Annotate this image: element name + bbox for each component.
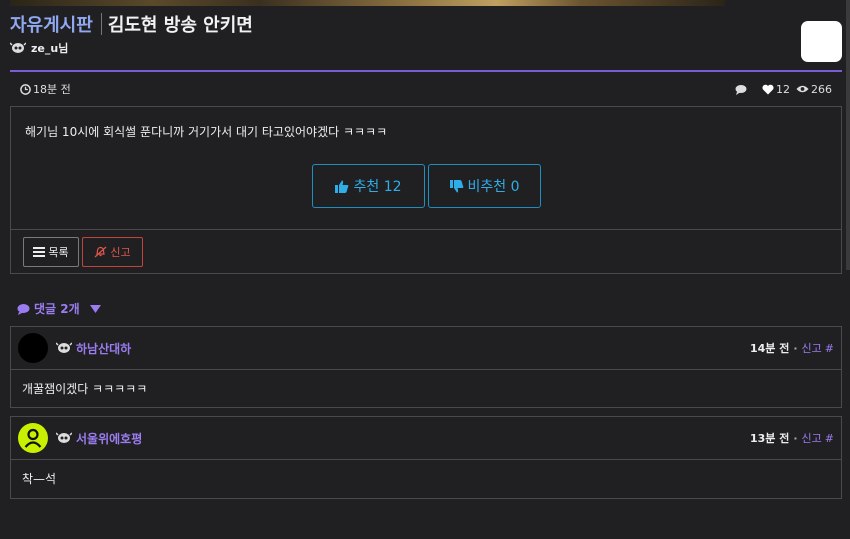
- upvote-button[interactable]: 추천 12: [312, 164, 425, 208]
- heart-icon: [762, 84, 774, 94]
- comment-icon: [735, 84, 747, 95]
- post-content-box: 해기님 10시에 회식썰 푼다니까 거기가서 대기 타고있어야겠다 ㅋㅋㅋㅋ 추…: [10, 106, 842, 274]
- comment-item: 서울위에호평 13분 전 · 신고 # 착—석: [10, 416, 842, 499]
- header-action-button[interactable]: [801, 21, 842, 62]
- comment-report-link[interactable]: 신고: [802, 340, 822, 356]
- scrollbar[interactable]: [846, 0, 850, 270]
- post-title: 김도현 방송 안키면: [107, 15, 253, 36]
- post-header: 자유게시판 김도현 방송 안키면 ze_u님: [10, 12, 253, 56]
- comment-permalink[interactable]: #: [825, 432, 834, 445]
- post-footer-divider: [11, 229, 841, 230]
- level-icon: [10, 42, 26, 53]
- post-time: 18분 전: [33, 83, 71, 96]
- comment-body: 착—석: [22, 472, 57, 486]
- report-button-label: 신고: [110, 246, 131, 259]
- clock-icon: [20, 83, 31, 95]
- comments-count-label: 댓글 2개: [34, 302, 80, 316]
- downvote-button[interactable]: 비추천 0: [428, 164, 541, 208]
- header-banner-image: [10, 0, 725, 6]
- caret-down-icon: [89, 304, 101, 313]
- user-icon: [24, 428, 42, 448]
- thumbs-down-icon: [449, 179, 463, 192]
- eye-icon: [796, 85, 809, 93]
- downvote-label: 비추천 0: [467, 179, 520, 195]
- comment-time: 13분 전: [749, 432, 790, 445]
- list-button-label: 목록: [48, 246, 69, 259]
- comment-author[interactable]: 하남산대하: [76, 340, 131, 357]
- separator-dot: ·: [793, 431, 798, 445]
- thumbs-up-icon: [335, 180, 349, 193]
- board-name-link[interactable]: 자유게시판: [10, 11, 93, 37]
- upvote-label: 추천 12: [353, 179, 402, 195]
- comment-time: 14분 전: [749, 342, 790, 355]
- comment-body: 개꿀잼이겠다 ㅋㅋㅋㅋㅋ: [22, 382, 148, 396]
- avatar[interactable]: [18, 333, 48, 363]
- comment-author[interactable]: 서울위에호평: [76, 430, 142, 447]
- report-button[interactable]: 신고: [82, 237, 143, 267]
- level-icon: [56, 342, 72, 353]
- comments-toggle[interactable]: 댓글 2개: [17, 300, 101, 317]
- comment-icon: [17, 303, 30, 315]
- comment-count: 2: [749, 82, 756, 96]
- list-icon: [33, 247, 46, 257]
- separator-dot: ·: [793, 341, 798, 355]
- bell-slash-icon: [94, 246, 107, 258]
- avatar[interactable]: [18, 423, 48, 453]
- post-author[interactable]: ze_u님: [31, 40, 68, 56]
- comment-item: 하남산대하 14분 전 · 신고 # 개꿀잼이겠다 ㅋㅋㅋㅋㅋ: [10, 326, 842, 408]
- post-meta: 18분 전 2 12 266: [10, 80, 842, 98]
- list-button[interactable]: 목록: [23, 237, 79, 267]
- comment-permalink[interactable]: #: [825, 342, 834, 355]
- title-divider-line: [10, 70, 842, 72]
- title-divider: [100, 13, 102, 35]
- level-icon: [56, 432, 72, 443]
- comment-report-link[interactable]: 신고: [802, 430, 822, 446]
- like-count: 12: [776, 82, 790, 96]
- post-body: 해기님 10시에 회식썰 푼다니까 거기가서 대기 타고있어야겠다 ㅋㅋㅋㅋ: [25, 125, 388, 139]
- view-count: 266: [811, 82, 832, 96]
